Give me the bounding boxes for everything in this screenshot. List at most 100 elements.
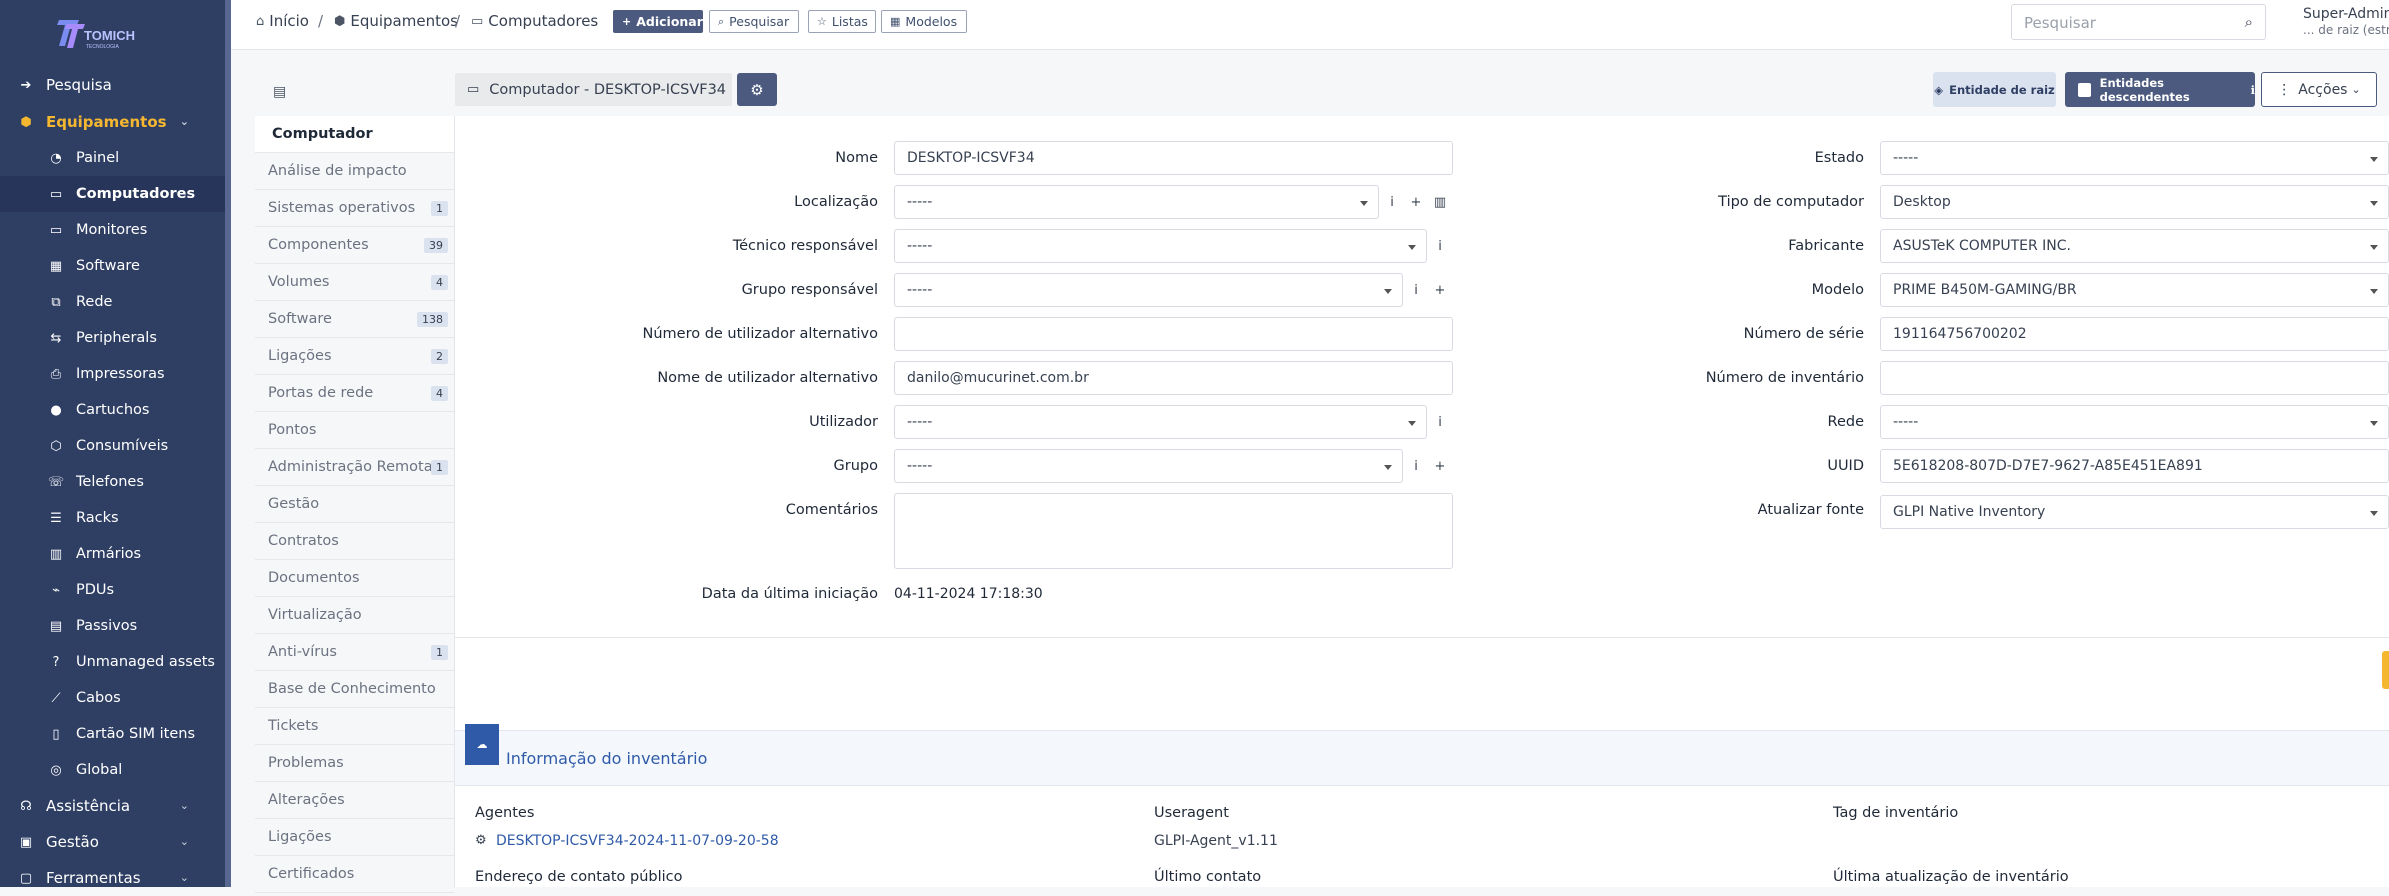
global-search-input[interactable]: Pesquisar ⌕: [2011, 4, 2266, 40]
sidebar-item-cabos[interactable]: ⟋ Cabos: [0, 680, 225, 716]
sidebar-item-cartao-sim[interactable]: ▯ Cartão SIM itens: [0, 716, 225, 752]
search-icon[interactable]: ⌕: [2245, 13, 2253, 31]
list-view-icon[interactable]: ▤: [273, 84, 286, 100]
sidebar-item-impressoras[interactable]: ⎙ Impressoras: [0, 356, 225, 392]
sidebar-item-ferramentas[interactable]: ▢ Ferramentas ⌄: [0, 860, 225, 896]
checkbox[interactable]: [2078, 82, 2091, 97]
tech-group-select[interactable]: -----: [894, 273, 1403, 307]
alt-user-num-input[interactable]: [894, 317, 1453, 351]
manufacturer-select[interactable]: ASUSTeK COMPUTER INC.: [1880, 229, 2389, 263]
status-select[interactable]: -----: [1880, 141, 2389, 175]
sidebar-item-label: Ferramentas: [46, 869, 141, 887]
user-select[interactable]: -----: [894, 405, 1427, 439]
sidebar-item-software[interactable]: ▦ Software: [0, 248, 225, 284]
box-icon: ⬢: [20, 114, 32, 130]
side-panel-handle[interactable]: [2382, 651, 2389, 689]
info-icon[interactable]: i: [1381, 185, 1403, 219]
alt-user-name-input[interactable]: danilo@mucurinet.com.br: [894, 361, 1453, 395]
info-icon[interactable]: i: [1429, 229, 1451, 263]
tab-antivirus[interactable]: Anti-vírus 1: [255, 634, 454, 671]
tab-base-conhecimento[interactable]: Base de Conhecimento: [255, 671, 454, 708]
sidebar-item-monitores[interactable]: ▭ Monitores: [0, 212, 225, 248]
user-menu[interactable]: Super-Admin... de raiz (estru: [2303, 6, 2389, 38]
sidebar-item-computadores[interactable]: ▭ Computadores: [0, 176, 225, 212]
sidebar-item-consumiveis[interactable]: ⬡ Consumíveis: [0, 428, 225, 464]
breadcrumb-computadores[interactable]: ▭ Computadores: [471, 12, 598, 30]
agent-link[interactable]: DESKTOP-ICSVF34-2024-11-07-09-20-58: [496, 833, 779, 849]
tab-pontos[interactable]: Pontos: [255, 412, 454, 449]
sidebar-item-assistencia[interactable]: ☊ Assistência ⌄: [0, 788, 225, 824]
sidebar-item-passivos[interactable]: ▤ Passivos: [0, 608, 225, 644]
sidebar-item-telefones[interactable]: ☏ Telefones: [0, 464, 225, 500]
sidebar-item-painel[interactable]: ◔ Painel: [0, 140, 225, 176]
info-icon[interactable]: i: [1429, 405, 1451, 439]
agent-button[interactable]: ⚙: [737, 73, 777, 106]
sidebar-item-peripherals[interactable]: ⇆ Peripherals: [0, 320, 225, 356]
tab-analise-impacto[interactable]: Análise de impacto: [255, 153, 454, 190]
search-button[interactable]: ⌕ Pesquisar: [709, 10, 799, 33]
sidebar-scrollbar[interactable]: [225, 0, 231, 887]
source-select[interactable]: GLPI Native Inventory: [1880, 495, 2389, 529]
name-label: Nome: [835, 150, 878, 166]
tab-software[interactable]: Software 138: [255, 301, 454, 338]
sidebar-item-pesquisa[interactable]: ➔ Pesquisa: [0, 66, 225, 104]
map-icon[interactable]: ▥: [1429, 185, 1451, 219]
breadcrumb-equipamentos[interactable]: ⬢ Equipamentos: [334, 12, 458, 30]
group-select[interactable]: -----: [894, 449, 1403, 483]
plus-icon[interactable]: +: [1429, 449, 1451, 483]
tab-administracao-remota[interactable]: Administração Remota 1: [255, 449, 454, 486]
tab-portas-rede[interactable]: Portas de rede 4: [255, 375, 454, 412]
sidebar-item-global[interactable]: ◎ Global: [0, 752, 225, 788]
brand-logo[interactable]: TOMICH TECNOLOGIA: [55, 18, 155, 52]
location-select[interactable]: -----: [894, 185, 1379, 219]
tab-contratos[interactable]: Contratos: [255, 523, 454, 560]
sidebar-item-equipamentos[interactable]: ⬢ Equipamentos ⌄: [0, 104, 225, 140]
plus-icon[interactable]: +: [1405, 185, 1427, 219]
templates-button[interactable]: ▦ Modelos: [881, 10, 967, 33]
plus-icon[interactable]: +: [1429, 273, 1451, 307]
add-button[interactable]: + Adicionar: [613, 10, 703, 33]
tech-select[interactable]: -----: [894, 229, 1427, 263]
type-select[interactable]: Desktop: [1880, 185, 2389, 219]
tab-gestao[interactable]: Gestão: [255, 486, 454, 523]
name-input[interactable]: DESKTOP-ICSVF34: [894, 141, 1453, 175]
actions-label: Acções: [2298, 81, 2348, 98]
globe-icon: ◎: [50, 762, 62, 778]
tab-computador[interactable]: Computador: [255, 116, 454, 153]
sidebar-item-racks[interactable]: ☰ Racks: [0, 500, 225, 536]
tab-label: Portas de rede: [268, 385, 374, 401]
tab-ligacoes[interactable]: Ligações 2: [255, 338, 454, 375]
sidebar-item-rede[interactable]: ⧉ Rede: [0, 284, 225, 320]
sidebar-item-pdus[interactable]: ⌁ PDUs: [0, 572, 225, 608]
info-icon[interactable]: i: [1405, 449, 1427, 483]
tab-problemas[interactable]: Problemas: [255, 745, 454, 782]
tab-certificados[interactable]: Certificados: [255, 856, 454, 893]
breadcrumb-home[interactable]: ⌂ Início: [256, 12, 309, 30]
serial-input[interactable]: 191164756700202: [1880, 317, 2389, 351]
comments-textarea[interactable]: [894, 493, 1453, 569]
sidebar-item-gestao[interactable]: ▣ Gestão ⌄: [0, 824, 225, 860]
actions-button[interactable]: ⋮ Acções ⌄: [2261, 72, 2377, 107]
tab-sistemas-operativos[interactable]: Sistemas operativos 1: [255, 190, 454, 227]
tab-count-badge: 1: [431, 201, 448, 216]
model-select[interactable]: PRIME B450M-GAMING/BR: [1880, 273, 2389, 307]
tab-virtualizacao[interactable]: Virtualização: [255, 597, 454, 634]
tab-tickets[interactable]: Tickets: [255, 708, 454, 745]
sidebar-item-unmanaged[interactable]: ? Unmanaged assets: [0, 644, 225, 680]
layers-icon: ◈: [1934, 82, 1944, 97]
tab-componentes[interactable]: Componentes 39: [255, 227, 454, 264]
uuid-input[interactable]: 5E618208-807D-D7E7-9627-A85E451EA891: [1880, 449, 2389, 483]
info-icon[interactable]: i: [1405, 273, 1427, 307]
lists-button[interactable]: ☆ Listas: [808, 10, 876, 33]
server-icon: ☰: [50, 510, 62, 526]
child-entities-toggle[interactable]: Entidades descendentes ℹ: [2065, 72, 2255, 107]
sidebar-item-cartuchos[interactable]: ● Cartuchos: [0, 392, 225, 428]
tab-alteracoes[interactable]: Alterações: [255, 782, 454, 819]
sidebar-item-armarios[interactable]: ▥ Armários: [0, 536, 225, 572]
tab-documentos[interactable]: Documentos: [255, 560, 454, 597]
tab-ligacoes-2[interactable]: Ligações: [255, 819, 454, 856]
root-entity-badge[interactable]: ◈ Entidade de raiz: [1933, 72, 2056, 107]
network-select[interactable]: -----: [1880, 405, 2389, 439]
inventory-number-input[interactable]: [1880, 361, 2389, 395]
tab-volumes[interactable]: Volumes 4: [255, 264, 454, 301]
